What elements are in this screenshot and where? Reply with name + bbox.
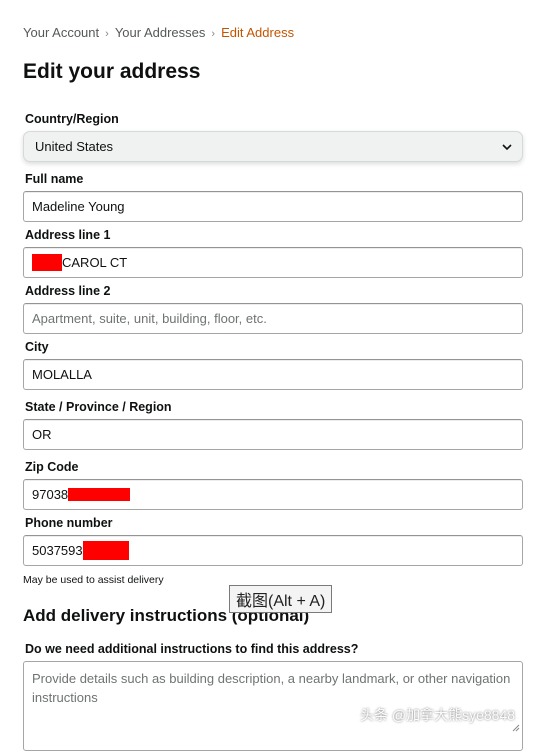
country-label: Country/Region (25, 112, 119, 126)
delivery-question: Do we need additional instructions to fi… (25, 642, 359, 656)
state-value: OR (32, 427, 52, 442)
breadcrumb-current: Edit Address (221, 25, 295, 40)
breadcrumb-your-account[interactable]: Your Account (23, 25, 99, 40)
city-value: MOLALLA (32, 367, 92, 382)
full-name-input[interactable]: Madeline Young (23, 191, 523, 222)
country-select-value: United States (35, 139, 114, 154)
address-line1-input[interactable]: CAROL CT (23, 247, 523, 278)
zip-label: Zip Code (25, 460, 79, 474)
state-label: State / Province / Region (25, 400, 172, 414)
city-input[interactable]: MOLALLA (23, 359, 523, 390)
address-line2-placeholder: Apartment, suite, unit, building, floor,… (32, 311, 267, 326)
phone-value: 5037593 (32, 543, 83, 558)
address-line2-input[interactable]: Apartment, suite, unit, building, floor,… (23, 303, 523, 334)
zip-value: 97038 (32, 487, 69, 502)
breadcrumb-separator: › (211, 28, 216, 40)
phone-input[interactable]: 5037593 (23, 535, 523, 566)
delivery-instructions-placeholder: Provide details such as building descrip… (32, 671, 511, 705)
address-line1-value: CAROL CT (62, 255, 128, 270)
redaction-block (32, 254, 62, 271)
chevron-down-icon (502, 144, 512, 151)
state-input[interactable]: OR (23, 419, 523, 450)
address-line2-label: Address line 2 (25, 284, 111, 298)
city-label: City (25, 340, 49, 354)
country-select[interactable]: United States (23, 131, 523, 162)
breadcrumb: Your Account › Your Addresses › Edit Address (23, 25, 294, 40)
page-title: Edit your address (23, 60, 201, 83)
breadcrumb-separator: › (105, 28, 109, 40)
screenshot-tooltip: 截图(Alt + A) (229, 585, 333, 613)
phone-label: Phone number (25, 516, 113, 530)
phone-hint: May be used to assist delivery (23, 574, 164, 586)
full-name-value: Madeline Young (32, 199, 125, 214)
full-name-label: Full name (25, 172, 84, 186)
redaction-block (68, 488, 131, 501)
zip-input[interactable]: 97038 (23, 479, 523, 510)
watermark: 头条 @加拿大熊sye8848 (360, 707, 516, 723)
address-line1-label: Address line 1 (25, 228, 111, 242)
breadcrumb-your-addresses[interactable]: Your Addresses (115, 25, 206, 40)
redaction-block (82, 541, 129, 560)
